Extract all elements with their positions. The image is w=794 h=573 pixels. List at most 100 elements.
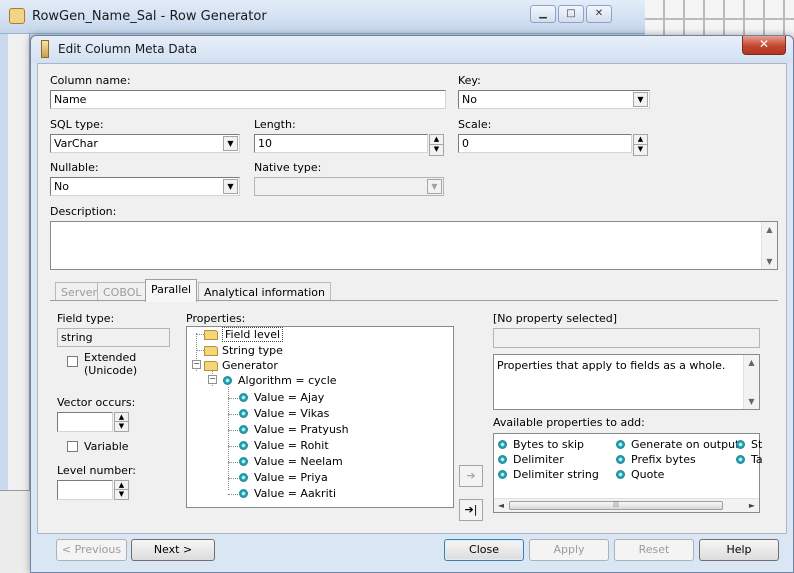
tree-connector — [228, 494, 238, 495]
extended-checkbox[interactable] — [67, 356, 78, 367]
level-number-spinner[interactable]: ▲ ▼ — [114, 480, 129, 500]
scroll-down-icon[interactable]: ▼ — [762, 254, 777, 269]
scrollbar-thumb[interactable]: ||| — [509, 501, 723, 510]
available-properties-label: Available properties to add: — [493, 416, 645, 429]
column-icon — [41, 40, 49, 58]
scroll-up-icon[interactable]: ▲ — [744, 355, 759, 370]
sql-type-label: SQL type: — [50, 118, 104, 131]
property-icon — [239, 489, 248, 498]
tree-connector — [196, 350, 204, 351]
tab-cobol[interactable]: COBOL — [97, 282, 148, 301]
add-property-button[interactable]: ➔ — [459, 465, 483, 487]
help-scrollbar[interactable]: ▲ ▼ — [743, 355, 759, 409]
vector-occurs-input[interactable] — [57, 412, 113, 432]
reset-button[interactable]: Reset — [614, 539, 694, 561]
list-item[interactable]: Bytes to skip — [498, 438, 584, 451]
folder-open-icon — [204, 329, 218, 340]
scroll-down-icon[interactable]: ▼ — [744, 394, 759, 409]
selected-property-value — [493, 328, 760, 348]
background-window-title: RowGen_Name_Sal - Row Generator — [32, 9, 267, 24]
tree-node-value[interactable]: Value = Vikas — [239, 406, 329, 421]
list-item-label: Generate on output — [631, 438, 740, 451]
list-item[interactable]: Delimiter — [498, 453, 564, 466]
list-item-label: Delimiter — [513, 453, 564, 466]
tree-node-value[interactable]: Value = Rohit — [239, 438, 329, 453]
property-help-box: Properties that apply to fields as a who… — [493, 354, 760, 410]
scale-spinner[interactable]: ▲ ▼ — [633, 134, 648, 156]
extended-label: Extended — [84, 351, 137, 364]
tree-node-value[interactable]: Value = Pratyush — [239, 422, 349, 437]
list-item[interactable]: Ta — [736, 453, 763, 466]
key-label: Key: — [458, 74, 481, 87]
tree-connector — [228, 430, 238, 431]
tree-node-value[interactable]: Value = Neelam — [239, 454, 343, 469]
minimize-button[interactable]: ▁ — [530, 5, 556, 23]
tree-node-string-type[interactable]: String type — [204, 343, 283, 358]
scroll-left-icon[interactable]: ◄ — [494, 499, 508, 512]
available-properties-hscrollbar[interactable]: ◄ ||| ► — [494, 498, 759, 512]
list-item[interactable]: Prefix bytes — [616, 453, 696, 466]
tree-connector — [228, 462, 238, 463]
add-all-properties-button[interactable]: ➔| — [459, 499, 483, 521]
variable-checkbox[interactable] — [67, 441, 78, 452]
vector-occurs-spinner[interactable]: ▲ ▼ — [114, 412, 129, 432]
tree-node-label: Generator — [222, 359, 278, 372]
description-scrollbar[interactable]: ▲ ▼ — [761, 222, 777, 269]
dialog-close-button[interactable]: ✕ — [742, 36, 786, 55]
description-textarea[interactable]: ▲ ▼ — [50, 221, 778, 270]
chevron-down-icon[interactable]: ▼ — [223, 179, 238, 194]
property-icon — [239, 441, 248, 450]
help-button[interactable]: Help — [699, 539, 779, 561]
available-properties-list[interactable]: Bytes to skip Delimiter Delimiter string… — [493, 433, 763, 513]
length-input[interactable]: 10 — [254, 134, 428, 153]
field-type-value: string — [57, 328, 170, 347]
tree-node-algorithm[interactable]: Algorithm = cycle — [223, 373, 337, 388]
extended-label-unicode: (Unicode) — [84, 364, 138, 377]
tree-connector — [228, 478, 238, 479]
nullable-select[interactable]: No ▼ — [50, 177, 240, 196]
length-spinner[interactable]: ▲ ▼ — [429, 134, 444, 156]
list-item[interactable]: Quote — [616, 468, 664, 481]
tree-node-value[interactable]: Value = Priya — [239, 470, 328, 485]
key-select[interactable]: No ▼ — [458, 90, 650, 109]
chevron-down-icon[interactable]: ▼ — [633, 92, 648, 107]
list-item-label: Delimiter string — [513, 468, 599, 481]
tree-node-value[interactable]: Value = Ajay — [239, 390, 324, 405]
property-icon — [498, 440, 507, 449]
tab-parallel[interactable]: Parallel — [145, 279, 198, 302]
column-name-input[interactable]: Name — [50, 90, 446, 109]
edit-column-dialog: Edit Column Meta Data ✕ Column name: Nam… — [30, 35, 794, 573]
collapse-icon[interactable]: − — [208, 375, 217, 384]
scroll-up-icon[interactable]: ▲ — [762, 222, 777, 237]
tree-connector — [228, 414, 238, 415]
tab-server[interactable]: Server — [55, 282, 104, 301]
scroll-right-icon[interactable]: ► — [745, 499, 759, 512]
tree-node-field-level[interactable]: Field level — [204, 327, 284, 342]
collapse-icon[interactable]: − — [192, 360, 201, 369]
tree-node-generator[interactable]: Generator — [204, 358, 278, 373]
tree-node-value[interactable]: Value = Aakriti — [239, 486, 336, 501]
scale-input[interactable]: 0 — [458, 134, 632, 153]
background-close-button[interactable]: ✕ — [586, 5, 612, 23]
list-item[interactable]: Delimiter string — [498, 468, 599, 481]
apply-button[interactable]: Apply — [529, 539, 609, 561]
property-icon — [239, 409, 248, 418]
properties-tree[interactable]: Field level String type − Generator − Al… — [186, 326, 454, 508]
tab-analytical-information[interactable]: Analytical information — [198, 282, 331, 301]
chevron-down-icon[interactable]: ▼ — [223, 136, 238, 151]
property-icon — [616, 455, 625, 464]
tree-node-label: Algorithm = cycle — [238, 374, 337, 387]
tree-node-label: Value = Aakriti — [254, 487, 337, 500]
maximize-button[interactable]: □ — [558, 5, 584, 23]
next-button[interactable]: Next > — [131, 539, 215, 561]
tree-node-label: Value = Pratyush — [254, 423, 349, 436]
vector-occurs-label: Vector occurs: — [57, 396, 136, 409]
sql-type-select[interactable]: VarChar ▼ — [50, 134, 240, 153]
previous-button[interactable]: < Previous — [56, 539, 127, 561]
list-item-label: Bytes to skip — [513, 438, 585, 451]
level-number-input[interactable] — [57, 480, 113, 500]
list-item[interactable]: St — [736, 438, 762, 451]
close-button[interactable]: Close — [444, 539, 524, 561]
list-item[interactable]: Generate on output — [616, 438, 739, 451]
length-label: Length: — [254, 118, 296, 131]
